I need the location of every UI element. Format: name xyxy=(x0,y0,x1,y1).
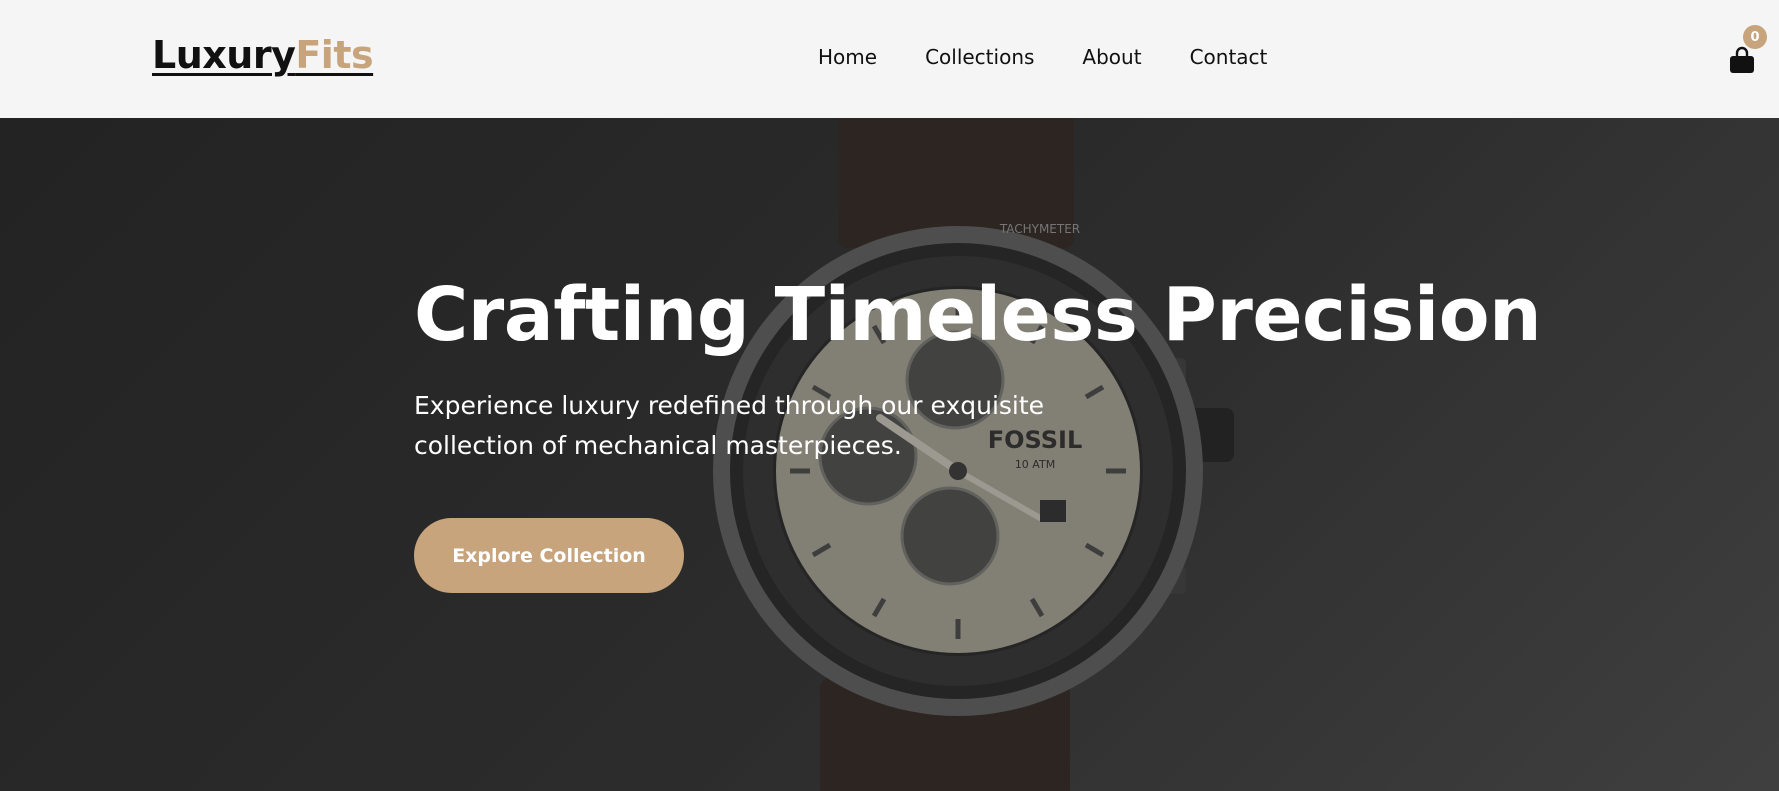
site-header: LuxuryFits Home Collections About Contac… xyxy=(0,0,1779,118)
main-nav: Home Collections About Contact xyxy=(818,44,1267,70)
shopping-bag-icon xyxy=(1730,46,1754,73)
hero-subtitle: Experience luxury redefined through our … xyxy=(414,391,1045,460)
nav-collections[interactable]: Collections xyxy=(925,44,1034,70)
hero-title: Crafting Timeless Precision xyxy=(414,272,1542,358)
hero-section: FOSSIL 10 ATM TACHYMETER Crafting Timele… xyxy=(0,118,1779,791)
logo-primary: Luxury xyxy=(152,33,296,77)
cart-count-badge: 0 xyxy=(1743,25,1767,49)
nav-contact[interactable]: Contact xyxy=(1190,44,1268,70)
logo-link[interactable]: LuxuryFits xyxy=(152,33,374,77)
cart-button[interactable] xyxy=(1728,46,1756,74)
explore-collection-button[interactable]: Explore Collection xyxy=(414,518,684,593)
nav-about[interactable]: About xyxy=(1082,44,1141,70)
nav-home[interactable]: Home xyxy=(818,44,877,70)
logo-accent: Fits xyxy=(295,33,374,77)
page: LuxuryFits Home Collections About Contac… xyxy=(0,0,1779,791)
hero-content: Crafting Timeless Precision Experience l… xyxy=(414,272,1542,593)
